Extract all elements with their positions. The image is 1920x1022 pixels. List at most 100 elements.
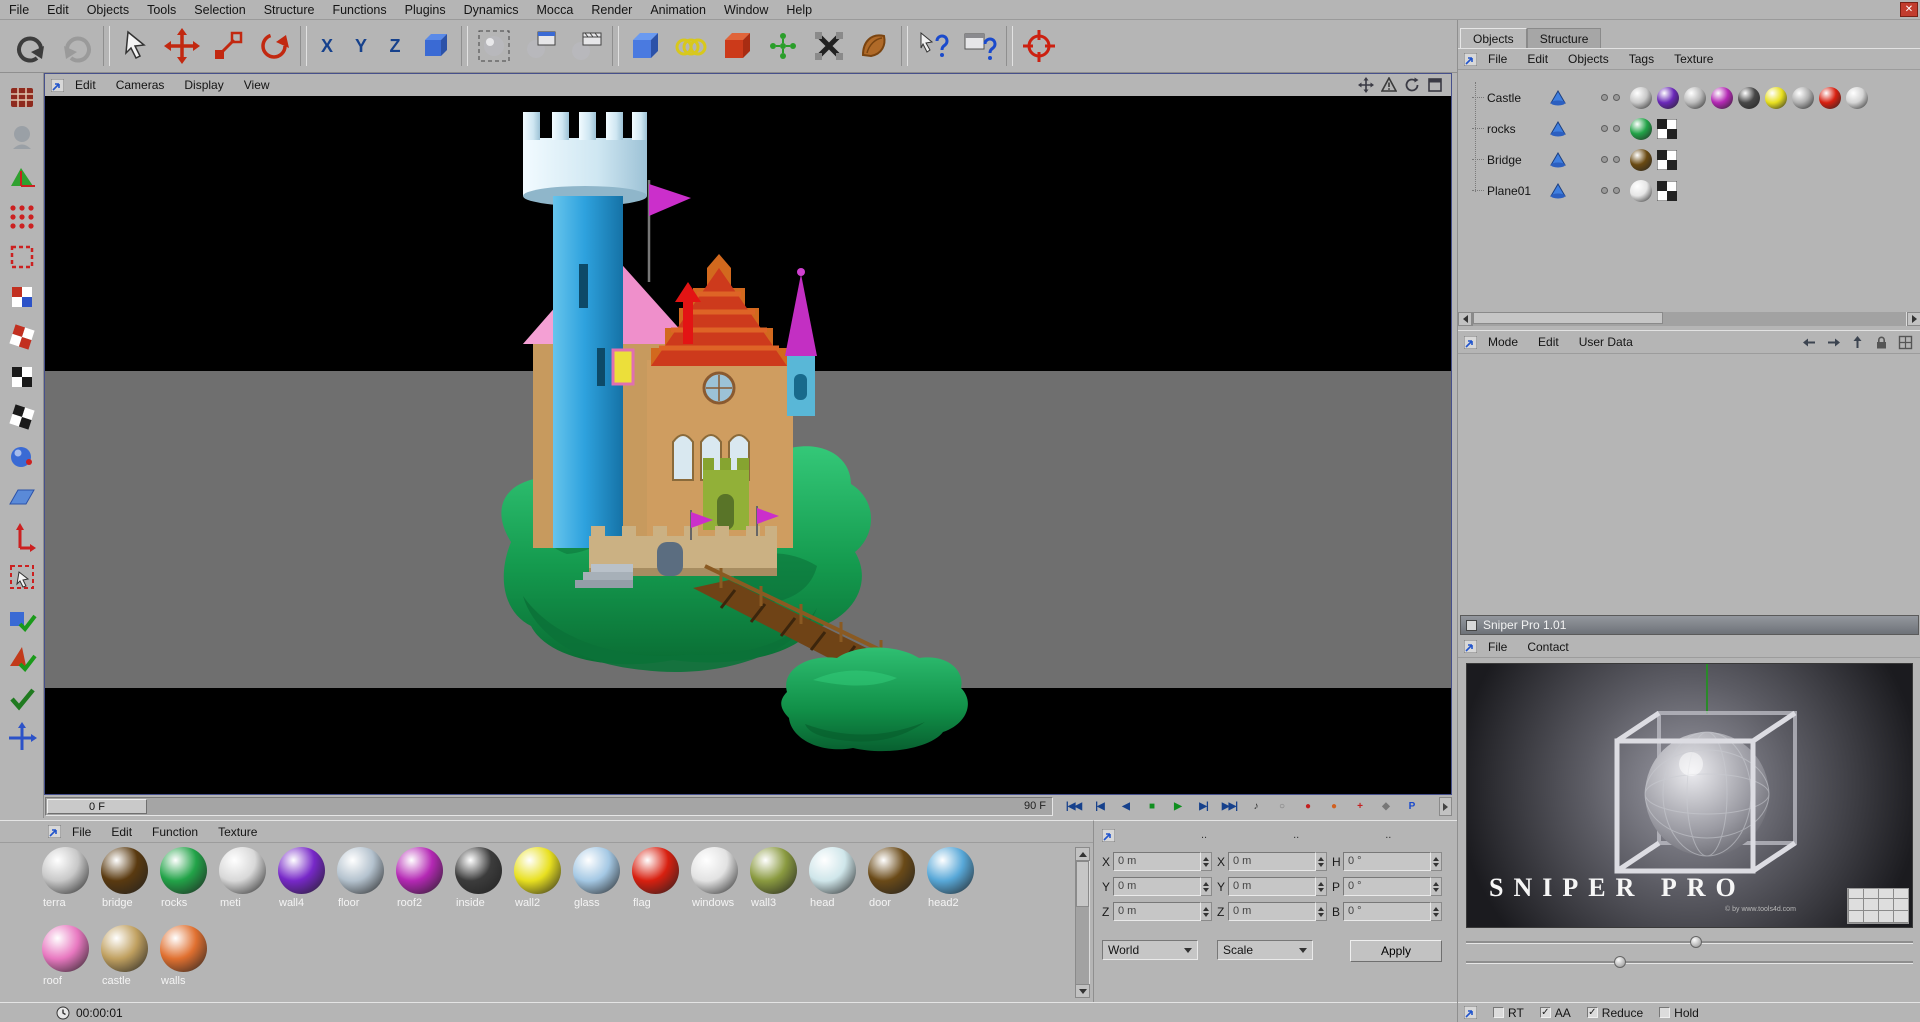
edge-mode-icon[interactable] <box>3 237 41 277</box>
spinner[interactable] <box>1431 852 1442 871</box>
material-item[interactable]: walls <box>158 923 217 1001</box>
coordinate-input[interactable]: 0 m <box>1113 852 1201 871</box>
object-manager-menu-item[interactable]: Texture <box>1665 49 1722 69</box>
material-tag[interactable] <box>1684 86 1706 109</box>
render-option[interactable]: RT <box>1493 1006 1524 1020</box>
transport-button[interactable]: ● <box>1295 797 1320 817</box>
close-button[interactable]: ✕ <box>1900 2 1918 17</box>
material-item[interactable]: wall4 <box>276 845 335 923</box>
menu-item[interactable]: Mocca <box>528 0 583 20</box>
object-tree-hscrollbar[interactable] <box>1458 312 1920 326</box>
sniper-menu-item[interactable]: Contact <box>1518 637 1577 657</box>
material-sphere[interactable] <box>101 925 148 972</box>
render-option[interactable]: Hold <box>1659 1006 1699 1020</box>
mode-bar-menu-item[interactable]: Mode <box>1479 332 1527 352</box>
render-option[interactable]: ✓ AA <box>1539 1006 1571 1020</box>
scroll-track[interactable] <box>1075 861 1090 984</box>
material-sphere[interactable] <box>809 847 856 894</box>
add-deformer-icon[interactable] <box>714 23 760 69</box>
coordinate-input[interactable]: 0 m <box>1113 902 1201 921</box>
material-item[interactable]: terra <box>40 845 99 923</box>
object-icon[interactable] <box>1549 120 1567 138</box>
maximize-view-icon[interactable] <box>1427 77 1443 93</box>
object-manager-menu-item[interactable]: File <box>1479 49 1516 69</box>
material-menu-item[interactable]: Edit <box>102 822 141 842</box>
texture-tag-icon[interactable] <box>1657 180 1677 201</box>
material-sphere[interactable] <box>868 847 915 894</box>
quantize-toggle-icon[interactable] <box>3 637 41 677</box>
material-sphere[interactable] <box>514 847 561 894</box>
material-item[interactable]: bridge <box>99 845 158 923</box>
mode-bar-menu-item[interactable]: Edit <box>1529 332 1568 352</box>
move-tool-icon[interactable] <box>159 23 205 69</box>
sniper-slider-1[interactable] <box>1466 936 1913 948</box>
material-item[interactable]: meti <box>217 845 276 923</box>
transport-button[interactable]: P <box>1399 797 1424 817</box>
add-cube-object-icon[interactable] <box>622 23 668 69</box>
point-mode-icon[interactable] <box>3 197 41 237</box>
material-scrollbar[interactable] <box>1075 847 1090 998</box>
panel-menu-icon[interactable] <box>47 824 62 839</box>
material-tag[interactable] <box>1630 179 1652 202</box>
render-settings-icon[interactable] <box>563 23 609 69</box>
menu-item[interactable]: Window <box>715 0 777 20</box>
rectangle-selection-icon[interactable] <box>3 557 41 597</box>
checkbox[interactable] <box>1493 1007 1504 1018</box>
object-icon[interactable] <box>1549 151 1567 169</box>
material-sphere[interactable] <box>691 847 738 894</box>
model-mode-icon[interactable] <box>3 117 41 157</box>
coordinate-input[interactable]: 0 ° <box>1343 902 1431 921</box>
material-tag[interactable] <box>1846 86 1868 109</box>
coordinates-cross-icon[interactable] <box>3 717 41 757</box>
coordinate-input[interactable]: 0 m <box>1113 877 1201 896</box>
menu-item[interactable]: Dynamics <box>455 0 528 20</box>
column-header[interactable]: .. <box>1201 829 1207 841</box>
material-sphere[interactable] <box>455 847 502 894</box>
transport-button[interactable]: ▶| <box>1191 797 1216 817</box>
transport-button[interactable]: ◀ <box>1113 797 1138 817</box>
render-view-icon[interactable] <box>471 23 517 69</box>
material-item[interactable]: glass <box>571 845 630 923</box>
material-tag[interactable] <box>1819 86 1841 109</box>
material-sphere[interactable] <box>927 847 974 894</box>
render-option[interactable]: ✓ Reduce <box>1586 1006 1643 1020</box>
axis-mode-icon[interactable] <box>3 517 41 557</box>
spinner[interactable] <box>1431 877 1442 896</box>
visibility-dots[interactable] <box>1601 94 1620 101</box>
object-row[interactable]: Bridge <box>1458 144 1920 175</box>
object-row[interactable]: Castle <box>1458 82 1920 113</box>
spinner[interactable] <box>1201 852 1212 871</box>
menu-item[interactable]: Selection <box>185 0 254 20</box>
material-tag[interactable] <box>1738 86 1760 109</box>
column-header[interactable]: .. <box>1385 829 1391 841</box>
transport-button[interactable]: ▶▶| <box>1217 797 1242 817</box>
object-manager-menu-item[interactable]: Tags <box>1620 49 1663 69</box>
menu-item[interactable]: Help <box>777 0 821 20</box>
coordinate-input[interactable]: 0 m <box>1228 877 1316 896</box>
material-menu-item[interactable]: Texture <box>209 822 266 842</box>
menu-item[interactable]: Animation <box>641 0 715 20</box>
checkbox[interactable]: ✓ <box>1539 1007 1551 1018</box>
tab-objects[interactable]: Objects <box>1460 28 1527 48</box>
rotate-view-icon[interactable] <box>1404 77 1420 93</box>
object-row[interactable]: Plane01 <box>1458 175 1920 206</box>
menu-item[interactable]: Functions <box>323 0 395 20</box>
material-tag[interactable] <box>1711 86 1733 109</box>
spinner[interactable] <box>1316 877 1327 896</box>
transport-button[interactable]: ◆ <box>1373 797 1398 817</box>
timeline-expand-button[interactable] <box>1439 797 1452 816</box>
slider-track[interactable] <box>1466 961 1913 964</box>
material-tag[interactable] <box>1630 86 1652 109</box>
warning-icon[interactable] <box>1381 77 1397 93</box>
panel-menu-icon[interactable] <box>1101 828 1116 842</box>
visibility-dots[interactable] <box>1601 125 1620 132</box>
selection-tool-icon[interactable] <box>113 23 159 69</box>
material-tag[interactable] <box>1630 148 1652 171</box>
undo-icon[interactable] <box>8 23 54 69</box>
material-menu-item[interactable]: File <box>63 822 100 842</box>
uv-mode-icon[interactable] <box>3 397 41 437</box>
object-manager-menu-item[interactable]: Objects <box>1559 49 1618 69</box>
layout-icon[interactable] <box>1898 335 1913 350</box>
sniper-title-bar[interactable]: Sniper Pro 1.01 <box>1460 615 1919 635</box>
spinner[interactable] <box>1201 902 1212 921</box>
